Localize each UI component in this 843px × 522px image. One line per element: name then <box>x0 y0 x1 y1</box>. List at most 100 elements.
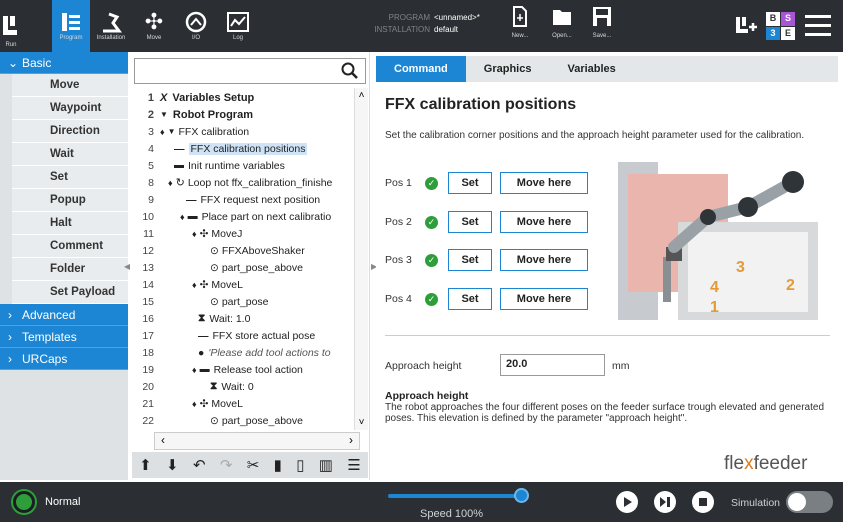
cmd-set-payload[interactable]: Set Payload <box>12 281 128 304</box>
delete-icon[interactable]: ▥ <box>319 456 333 474</box>
tree-row[interactable]: 13 ⊙ part_pose_above <box>130 259 303 276</box>
suppress-icon[interactable]: ☰ <box>347 456 360 474</box>
tree-row[interactable]: 9 — FFX request next position <box>130 191 320 208</box>
speed-slider-track[interactable] <box>388 494 522 498</box>
chevron-right-icon[interactable]: › <box>349 433 353 447</box>
nav-run[interactable]: Run <box>0 36 22 52</box>
step-button[interactable] <box>654 491 676 513</box>
search-icon[interactable] <box>341 62 359 80</box>
approach-height-input[interactable]: 20.0 <box>500 354 605 376</box>
chevron-up-icon[interactable]: ˄ <box>355 90 368 101</box>
undo-icon[interactable]: ↶ <box>193 456 206 474</box>
chevron-down-icon[interactable]: ˅ <box>355 417 368 428</box>
tree-horizontal-scrollbar[interactable]: ‹ › <box>154 432 360 450</box>
move-arrows-icon: ✣ <box>144 9 164 34</box>
set-pos-3-button[interactable]: Set <box>448 249 492 271</box>
tree-row[interactable]: 3 ♦ ▼ FFX calibration <box>130 123 249 140</box>
nav-program[interactable]: Program <box>52 0 90 52</box>
set-pos-2-button[interactable]: Set <box>448 211 492 233</box>
tree-row[interactable]: 16 ⧗ Wait: 1.0 <box>130 310 250 327</box>
line-number: 5 <box>148 159 154 172</box>
cmd-folder[interactable]: Folder <box>12 258 128 281</box>
tree-row[interactable]: 10 ♦ ▬ Place part on next calibratio <box>130 208 331 225</box>
category-templates-label: Templates <box>22 329 77 344</box>
play-button[interactable] <box>616 491 638 513</box>
approach-height-help-title: Approach height <box>385 390 469 402</box>
open-button[interactable]: Open... <box>545 6 579 39</box>
cmd-halt[interactable]: Halt <box>12 212 128 235</box>
folder-icon: ▬ <box>187 211 198 222</box>
new-button[interactable]: New... <box>503 6 537 39</box>
cut-icon[interactable]: ✂ <box>247 456 260 474</box>
speed-slider-handle[interactable] <box>514 488 529 503</box>
tab-graphics[interactable]: Graphics <box>466 56 550 82</box>
nav-installation[interactable]: Installation <box>92 0 130 52</box>
nav-log[interactable]: Log <box>220 0 256 52</box>
cmd-direction[interactable]: Direction <box>12 120 128 143</box>
move-up-icon[interactable]: ⬆ <box>139 456 152 474</box>
tree-row[interactable]: 11 ♦ ✣ MoveJ <box>130 225 242 242</box>
save-button[interactable]: Save... <box>585 6 619 39</box>
tree-row[interactable]: 21 ♦ ✣ MoveL <box>130 395 243 412</box>
cmd-wait[interactable]: Wait <box>12 143 128 166</box>
stop-button[interactable] <box>692 491 714 513</box>
folder-icon: ▬ <box>174 160 184 171</box>
cmd-waypoint[interactable]: Waypoint <box>12 97 128 120</box>
tree-row-label: FFXAboveShaker <box>221 244 305 257</box>
category-templates[interactable]: › Templates <box>0 326 128 348</box>
program-tree-icon <box>62 13 80 31</box>
hamburger-menu-icon[interactable] <box>805 15 831 37</box>
tree-row[interactable]: 2 ▼ Robot Program <box>130 106 253 123</box>
tree-row[interactable]: 19 ♦ ▬ Release tool action <box>130 361 303 378</box>
installation-icon <box>103 12 122 33</box>
copy-icon[interactable]: ▮ <box>274 456 282 474</box>
tree-row[interactable]: 22 ⊙ part_pose_above <box>130 412 303 429</box>
move-here-pos-3-button[interactable]: Move here <box>500 249 588 271</box>
chevron-left-icon[interactable]: ‹ <box>161 433 165 447</box>
robot-status-button[interactable] <box>13 491 35 513</box>
paste-icon[interactable]: ▯ <box>296 456 304 474</box>
category-basic[interactable]: ⌄ Basic <box>0 52 128 74</box>
move-down-icon[interactable]: ⬇ <box>166 456 179 474</box>
move-here-pos-1-button[interactable]: Move here <box>500 172 588 194</box>
tree-row[interactable]: 12 ⊙ FFXAboveShaker <box>130 242 305 259</box>
line-number: 22 <box>142 414 154 427</box>
tab-command[interactable]: Command <box>376 56 466 82</box>
category-urcaps[interactable]: › URCaps <box>0 348 128 370</box>
simulation-toggle[interactable] <box>786 491 833 513</box>
search-input[interactable] <box>134 58 366 84</box>
set-pos-4-button[interactable]: Set <box>448 288 492 310</box>
move-here-pos-4-button[interactable]: Move here <box>500 288 588 310</box>
tree-row-selected[interactable]: 4 — FFX calibration positions <box>130 140 308 157</box>
tree-row[interactable]: 15 ⊙ part_pose <box>130 293 268 310</box>
safety-badge[interactable]: B S 3 E <box>766 12 796 40</box>
tree-row[interactable]: 14 ♦ ✣ MoveL <box>130 276 243 293</box>
cmd-popup[interactable]: Popup <box>12 189 128 212</box>
dash-icon: — <box>198 329 209 342</box>
tree-row[interactable]: 20 ⧗ Wait: 0 <box>130 378 253 395</box>
urplus-logo-icon[interactable] <box>735 14 761 38</box>
set-pos-1-button[interactable]: Set <box>448 172 492 194</box>
tree-row[interactable]: 18 ● 'Please add tool actions to <box>130 344 330 361</box>
tree-vertical-scrollbar[interactable]: ˄ ˅ <box>354 88 368 430</box>
nav-io[interactable]: I/O <box>178 0 214 52</box>
position-label: Pos 3 <box>385 254 412 266</box>
line-number: 1 <box>147 91 154 104</box>
cmd-set[interactable]: Set <box>12 166 128 189</box>
move-here-pos-2-button[interactable]: Move here <box>500 211 588 233</box>
tree-row[interactable]: 5 ▬ Init runtime variables <box>130 157 285 174</box>
cmd-move[interactable]: Move <box>12 74 128 97</box>
cmd-comment[interactable]: Comment <box>12 235 128 258</box>
tree-row[interactable]: 8 ♦ ↻ Loop not ffx_calibration_finishe <box>130 174 332 191</box>
pin-icon: ♦ <box>192 228 197 239</box>
category-advanced[interactable]: › Advanced <box>0 304 128 326</box>
move-arrows-icon: ✣ <box>199 397 209 410</box>
folder-icon: ▬ <box>199 364 210 375</box>
tree-row[interactable]: 17 — FFX store actual pose <box>130 327 315 344</box>
nav-move[interactable]: ✣ Move <box>136 0 172 52</box>
redo-icon[interactable]: ↷ <box>220 456 233 474</box>
tree-row[interactable]: 1 X Variables Setup <box>130 89 254 106</box>
line-number: 16 <box>142 312 154 325</box>
node-panel: Command Graphics Variables FFX calibrati… <box>376 52 843 480</box>
tab-variables[interactable]: Variables <box>549 56 633 82</box>
